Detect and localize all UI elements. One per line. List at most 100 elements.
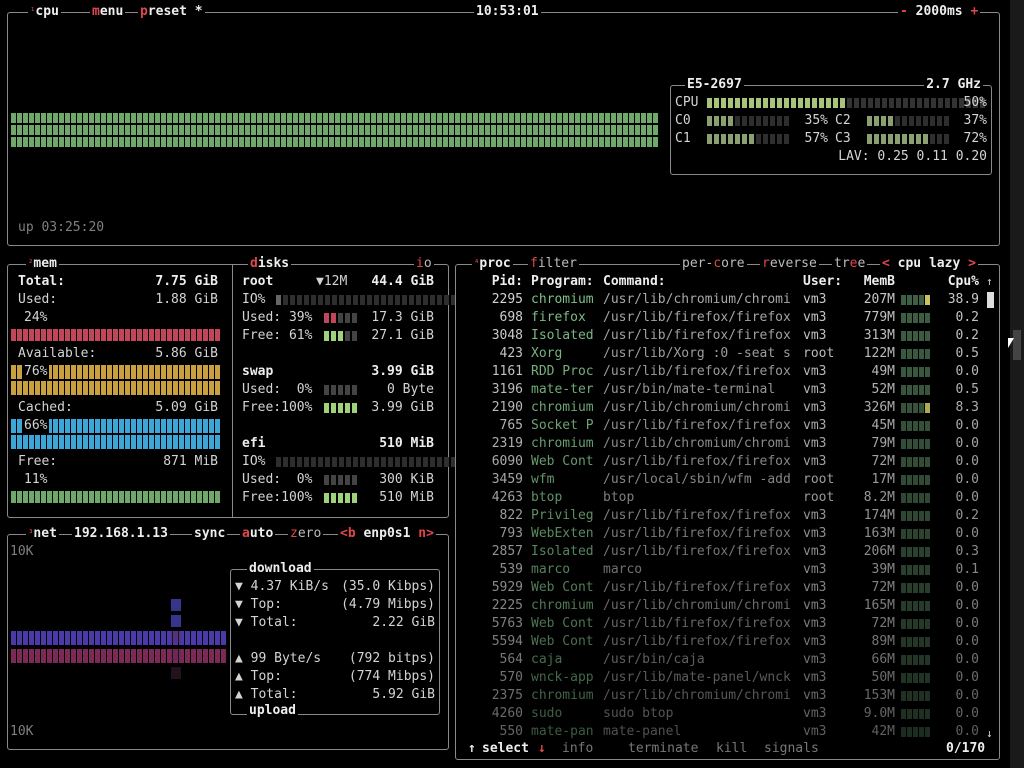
proc-pid: 5594	[491, 634, 523, 649]
graph-cell	[143, 329, 148, 341]
window-scroll-thumb[interactable]	[1013, 330, 1021, 360]
proc-row[interactable]: 3196 mate-ter/usr/bin/mate-terminal vm3 52M…	[463, 381, 983, 399]
proc-row[interactable]: 2319 chromium/usr/lib/chromium/chromi vm3 7…	[463, 435, 983, 453]
proc-filter[interactable]: filter	[528, 256, 579, 272]
graph-cell	[377, 113, 382, 123]
graph-cell	[317, 113, 322, 123]
meter-cell	[791, 98, 796, 108]
proc-row[interactable]: 822 Privileg/usr/lib/firefox/firefox vm3 17…	[463, 507, 983, 525]
proc-cpu-graph	[901, 457, 930, 467]
graph-cell	[161, 419, 166, 433]
graph-cell	[95, 365, 100, 379]
cpu-tag[interactable]: ¹cpu	[28, 4, 61, 20]
header-command[interactable]: Command:	[603, 273, 666, 291]
proc-row[interactable]: 2857 Isolated/usr/lib/firefox/firefox vm3 2…	[463, 543, 983, 561]
proc-row[interactable]: 4260 sudo sudo btop vm3 9.0M 0.0	[463, 705, 983, 723]
proc-footer-arrow-down[interactable]: ↓	[536, 741, 548, 757]
proc-tree-toggle[interactable]: tree	[832, 256, 868, 272]
proc-row[interactable]: 550 mate-pan mate-panel vm3 42M 0.0	[463, 723, 983, 741]
proc-row[interactable]: 4263 btop btop root 8.2M 0.0	[463, 489, 983, 507]
proc-row[interactable]: 423 Xorg/usr/lib/Xorg :0 -seat s root 122M 0…	[463, 345, 983, 363]
proc-tag[interactable]: ⁴proc	[472, 256, 513, 272]
proc-row[interactable]: 2190 chromium/usr/lib/chromium/chromi vm3 3…	[463, 399, 983, 417]
proc-row[interactable]: 2375 chromium/usr/lib/chromium/chromi vm3 1…	[463, 687, 983, 705]
mem-tag[interactable]: ²mem	[26, 256, 59, 272]
proc-row[interactable]: 698 firefox/usr/lib/firefox/firefox vm3 779…	[463, 309, 983, 327]
proc-cpu-graph-cell	[913, 331, 918, 341]
preset-tag[interactable]: preset *	[138, 4, 205, 20]
core-c0-label: C0	[675, 113, 691, 128]
window-scrollbar[interactable]	[1010, 0, 1024, 768]
proc-reverse-toggle[interactable]: reverse	[760, 256, 819, 272]
interval-control[interactable]: - 2000ms +	[898, 4, 981, 20]
proc-row[interactable]: 2225 chromium/usr/lib/chromium/chromi vm3 1…	[463, 597, 983, 615]
proc-row[interactable]: 3048 Isolated/usr/lib/firefox/firefox vm3 3…	[463, 327, 983, 345]
proc-row[interactable]: 2295 chromium/usr/lib/chromium/chromi vm3 2…	[463, 291, 983, 309]
graph-cell	[239, 137, 244, 147]
meter-cell	[324, 403, 329, 413]
proc-command: /usr/lib/firefox/firefox	[603, 616, 791, 631]
proc-row[interactable]: 3459 wfm/usr/local/sbin/wfm -add root 17M 0.…	[463, 471, 983, 489]
net-graph-cell	[71, 649, 76, 663]
graph-cell	[119, 381, 124, 395]
net-iface-selector[interactable]: <b enp0s1 n>	[338, 526, 436, 542]
graph-cell	[287, 137, 292, 147]
header-program[interactable]: Program:	[531, 273, 594, 291]
proc-row[interactable]: 539 marco marco vm3 39M 0.1	[463, 561, 983, 579]
io-tag[interactable]: io	[414, 256, 434, 272]
net-tag[interactable]: ³net	[26, 526, 59, 542]
proc-scroll-up-icon[interactable]: ↑	[986, 273, 993, 291]
proc-row[interactable]: 5594 Web Cont/usr/lib/firefox/firefox vm3 8…	[463, 633, 983, 651]
proc-row[interactable]: 564 caja/usr/bin/caja vm3 66M 0.0	[463, 651, 983, 669]
net-sync-toggle[interactable]: sync	[192, 526, 228, 542]
graph-cell	[179, 491, 184, 503]
proc-info-button[interactable]: info	[560, 741, 596, 757]
graph-cell	[29, 491, 34, 503]
header-cpu[interactable]: Cpu%	[937, 273, 979, 291]
graph-cell	[347, 125, 352, 135]
header-user[interactable]: User:	[803, 273, 842, 291]
proc-row[interactable]: 570 wnck-app/usr/lib/mate-panel/wnck vm3 50…	[463, 669, 983, 687]
proc-row[interactable]: 5763 Web Cont/usr/lib/firefox/firefox vm3 7…	[463, 615, 983, 633]
graph-cell	[449, 137, 454, 147]
proc-scroll-thumb[interactable]	[987, 292, 994, 308]
meter-cell	[374, 295, 379, 305]
menu-tag[interactable]: menu	[90, 4, 126, 20]
proc-box: ⁴proc filter per-core reverse tree < cpu…	[455, 256, 1000, 760]
graph-cell	[17, 125, 22, 135]
meter-cell	[331, 403, 336, 413]
graph-cell	[371, 137, 376, 147]
graph-cell	[53, 419, 58, 433]
graph-cell	[203, 365, 208, 379]
proc-kill-button[interactable]: kill	[714, 741, 750, 757]
proc-sort-selector[interactable]: < cpu lazy >	[880, 256, 978, 272]
graph-cell	[167, 491, 172, 503]
graph-cell	[473, 125, 478, 135]
mem-free: 871 MiB	[163, 454, 218, 469]
proc-row[interactable]: 6090 Web Cont/usr/lib/firefox/firefox vm3 7…	[463, 453, 983, 471]
net-zero-toggle[interactable]: zero	[288, 526, 324, 542]
proc-row[interactable]: 5929 Web Cont/usr/lib/firefox/firefox vm3 7…	[463, 579, 983, 597]
net-auto-toggle[interactable]: auto	[240, 526, 276, 542]
meter-cell	[338, 385, 343, 395]
meter-cell	[763, 116, 768, 126]
header-pid[interactable]: Pid:	[463, 273, 523, 291]
proc-row[interactable]: 765 Socket P/usr/lib/firefox/firefox vm3 45…	[463, 417, 983, 435]
proc-select-label[interactable]: select	[480, 741, 531, 757]
proc-row[interactable]: 1161 RDD Proc/usr/lib/firefox/firefox vm3 4…	[463, 363, 983, 381]
proc-row[interactable]: 793 WebExten/usr/lib/firefox/firefox vm3 16…	[463, 525, 983, 543]
meter-cell	[938, 98, 943, 108]
graph-cell	[455, 137, 460, 147]
proc-cpu: 0.0	[955, 652, 979, 667]
proc-signals-button[interactable]: signals	[762, 741, 821, 757]
graph-cell	[377, 125, 382, 135]
proc-mem: 163M	[863, 526, 895, 541]
proc-terminate-button[interactable]: terminate	[626, 741, 701, 757]
proc-footer-arrow-up[interactable]: ↑	[466, 741, 478, 757]
header-mem[interactable]: MemB	[853, 273, 895, 291]
graph-cell	[341, 113, 346, 123]
proc-cpu-graph-cell	[919, 367, 924, 377]
proc-per-core-toggle[interactable]: per-core	[680, 256, 747, 272]
disks-tag[interactable]: disks	[248, 256, 292, 272]
graph-cell	[269, 113, 274, 123]
